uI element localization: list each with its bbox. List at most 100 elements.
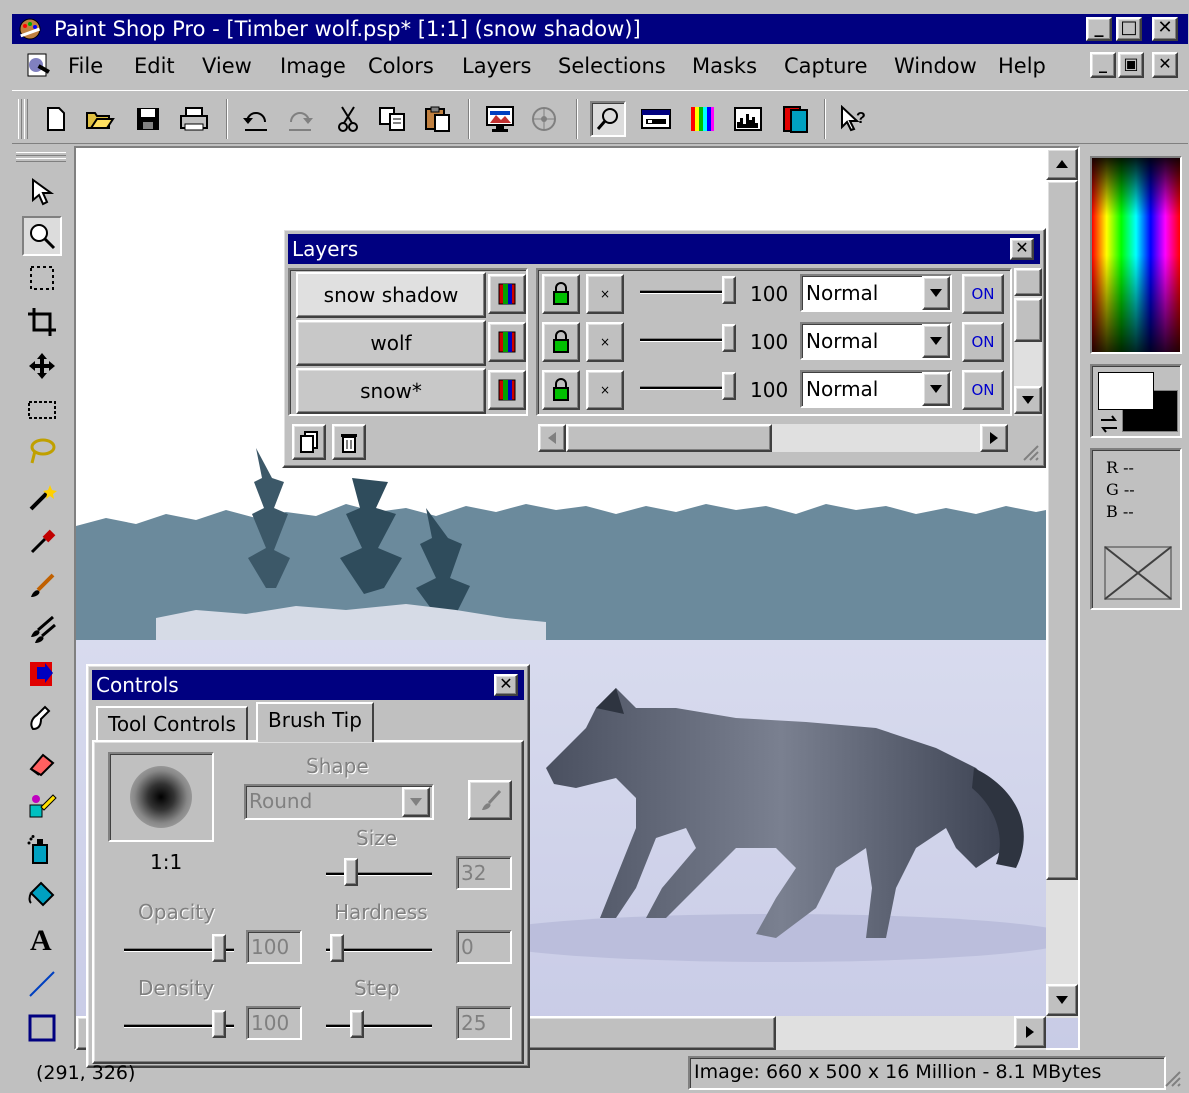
layers-hscroll-thumb[interactable] (566, 424, 772, 452)
doc-minimize-icon[interactable]: _ (1090, 52, 1116, 78)
full-screen-preview-icon[interactable] (482, 101, 518, 137)
lock-transparency-icon[interactable] (542, 274, 580, 314)
paintbrush-icon[interactable] (22, 566, 62, 606)
layer-visibility-icon[interactable] (488, 322, 526, 362)
menu-masks[interactable]: Masks (692, 54, 757, 78)
toggle-color-palette-icon[interactable] (684, 101, 720, 137)
layer-opacity-slider[interactable] (640, 338, 730, 342)
opacity-input[interactable]: 100 (246, 930, 302, 964)
cut-icon[interactable] (330, 101, 366, 137)
arrow-icon[interactable] (22, 172, 62, 212)
close-icon[interactable]: ✕ (494, 674, 518, 696)
layer-name-button[interactable]: snow* (296, 368, 486, 414)
step-input[interactable]: 25 (456, 1006, 512, 1040)
palette-grip-2[interactable] (16, 158, 66, 162)
histogram-icon[interactable] (730, 101, 766, 137)
menu-colors[interactable]: Colors (368, 54, 434, 78)
toolbar-grip-2[interactable] (24, 99, 28, 139)
scroll-up-icon[interactable] (1046, 148, 1078, 180)
menu-image[interactable]: Image (280, 54, 346, 78)
menu-window[interactable]: Window (894, 54, 977, 78)
redo-icon[interactable] (282, 101, 318, 137)
density-slider-thumb[interactable] (212, 1010, 226, 1038)
toggle-controls-icon[interactable] (638, 101, 674, 137)
tab-brush-tip[interactable]: Brush Tip (256, 702, 374, 742)
chevron-down-icon[interactable] (922, 276, 950, 310)
layer-name-button[interactable]: wolf (296, 320, 486, 366)
lock-transparency-icon[interactable] (542, 370, 580, 410)
swap-colors-icon[interactable] (1098, 414, 1122, 434)
crop-icon[interactable] (22, 302, 62, 342)
brush-options-icon[interactable] (468, 780, 512, 820)
line-icon[interactable] (22, 964, 62, 1004)
chevron-down-icon[interactable] (922, 372, 950, 406)
scroll-up-icon[interactable] (1014, 268, 1042, 296)
picture-tube-icon[interactable] (22, 786, 62, 826)
chevron-down-icon[interactable] (922, 324, 950, 358)
menu-layers[interactable]: Layers (462, 54, 532, 78)
zoom-icon[interactable] (22, 216, 62, 256)
hardness-input[interactable]: 0 (456, 930, 512, 964)
overview-icon[interactable] (590, 101, 626, 137)
copy-icon[interactable] (374, 101, 410, 137)
scroll-down-icon[interactable] (1014, 386, 1042, 414)
layer-mask-toggle[interactable]: ON (962, 370, 1004, 410)
retouch-icon[interactable] (22, 698, 62, 738)
controls-panel-title[interactable]: Controls ✕ (92, 670, 524, 700)
palette-grip[interactable] (16, 152, 66, 156)
scroll-down-icon[interactable] (1046, 984, 1078, 1016)
size-input[interactable]: 32 (456, 856, 512, 890)
layers-panel-title[interactable]: Layers ✕ (288, 234, 1040, 264)
blend-mode-select[interactable]: Normal (800, 274, 952, 312)
mover-icon[interactable] (22, 346, 62, 386)
layer-opacity-slider[interactable] (640, 290, 730, 294)
hardness-slider-thumb[interactable] (330, 934, 344, 962)
clone-brush-icon[interactable] (22, 610, 62, 650)
layers-scroll-thumb[interactable] (1014, 298, 1042, 342)
tab-tool-controls[interactable]: Tool Controls (96, 706, 248, 740)
app-icon[interactable] (16, 17, 44, 41)
layer-opacity-slider[interactable] (640, 386, 730, 390)
document-icon[interactable] (24, 52, 54, 80)
layers-vertical-scrollbar[interactable] (1014, 268, 1042, 416)
layer-mask-toggle[interactable]: ON (962, 274, 1004, 314)
shape-icon[interactable] (22, 1008, 62, 1048)
layer-palette-icon[interactable] (778, 101, 814, 137)
layer-visibility-icon[interactable] (488, 274, 526, 314)
browse-icon[interactable] (526, 101, 562, 137)
paste-icon[interactable] (420, 101, 456, 137)
flood-fill-icon[interactable] (22, 874, 62, 914)
menu-capture[interactable]: Capture (784, 54, 868, 78)
airbrush-icon[interactable] (22, 830, 62, 870)
toolbar-grip[interactable] (18, 99, 22, 139)
shape-select[interactable]: Round (244, 784, 434, 820)
undo-icon[interactable] (238, 101, 274, 137)
layer-visibility-icon[interactable] (488, 370, 526, 410)
size-slider-thumb[interactable] (344, 858, 358, 886)
scroll-right-icon[interactable] (980, 424, 1008, 452)
doc-close-icon[interactable]: ✕ (1152, 52, 1178, 78)
context-help-icon[interactable]: ? (836, 101, 872, 137)
delete-layer-icon[interactable] (332, 424, 366, 460)
eraser-icon[interactable] (22, 742, 62, 782)
layer-mask-toggle[interactable]: ON (962, 322, 1004, 362)
layer-group-icon[interactable]: × (586, 370, 624, 410)
doc-restore-icon[interactable]: ▣ (1118, 52, 1144, 78)
freehand-select-icon[interactable] (22, 432, 62, 472)
new-icon[interactable] (38, 101, 74, 137)
save-icon[interactable] (130, 101, 166, 137)
menu-view[interactable]: View (202, 54, 252, 78)
color-spectrum[interactable] (1090, 156, 1182, 354)
layer-group-icon[interactable]: × (586, 322, 624, 362)
text-icon[interactable]: A (22, 918, 62, 958)
blend-mode-select[interactable]: Normal (800, 370, 952, 408)
dropper-icon[interactable] (22, 522, 62, 562)
vertical-scroll-thumb[interactable] (1046, 180, 1078, 880)
color-replacer-icon[interactable] (22, 654, 62, 694)
close-icon[interactable]: ✕ (1152, 17, 1178, 41)
layer-opacity-thumb[interactable] (722, 324, 736, 352)
density-input[interactable]: 100 (246, 1006, 302, 1040)
print-icon[interactable] (176, 101, 212, 137)
resize-grip-icon[interactable] (1022, 444, 1040, 462)
scroll-left-icon[interactable] (538, 424, 566, 452)
